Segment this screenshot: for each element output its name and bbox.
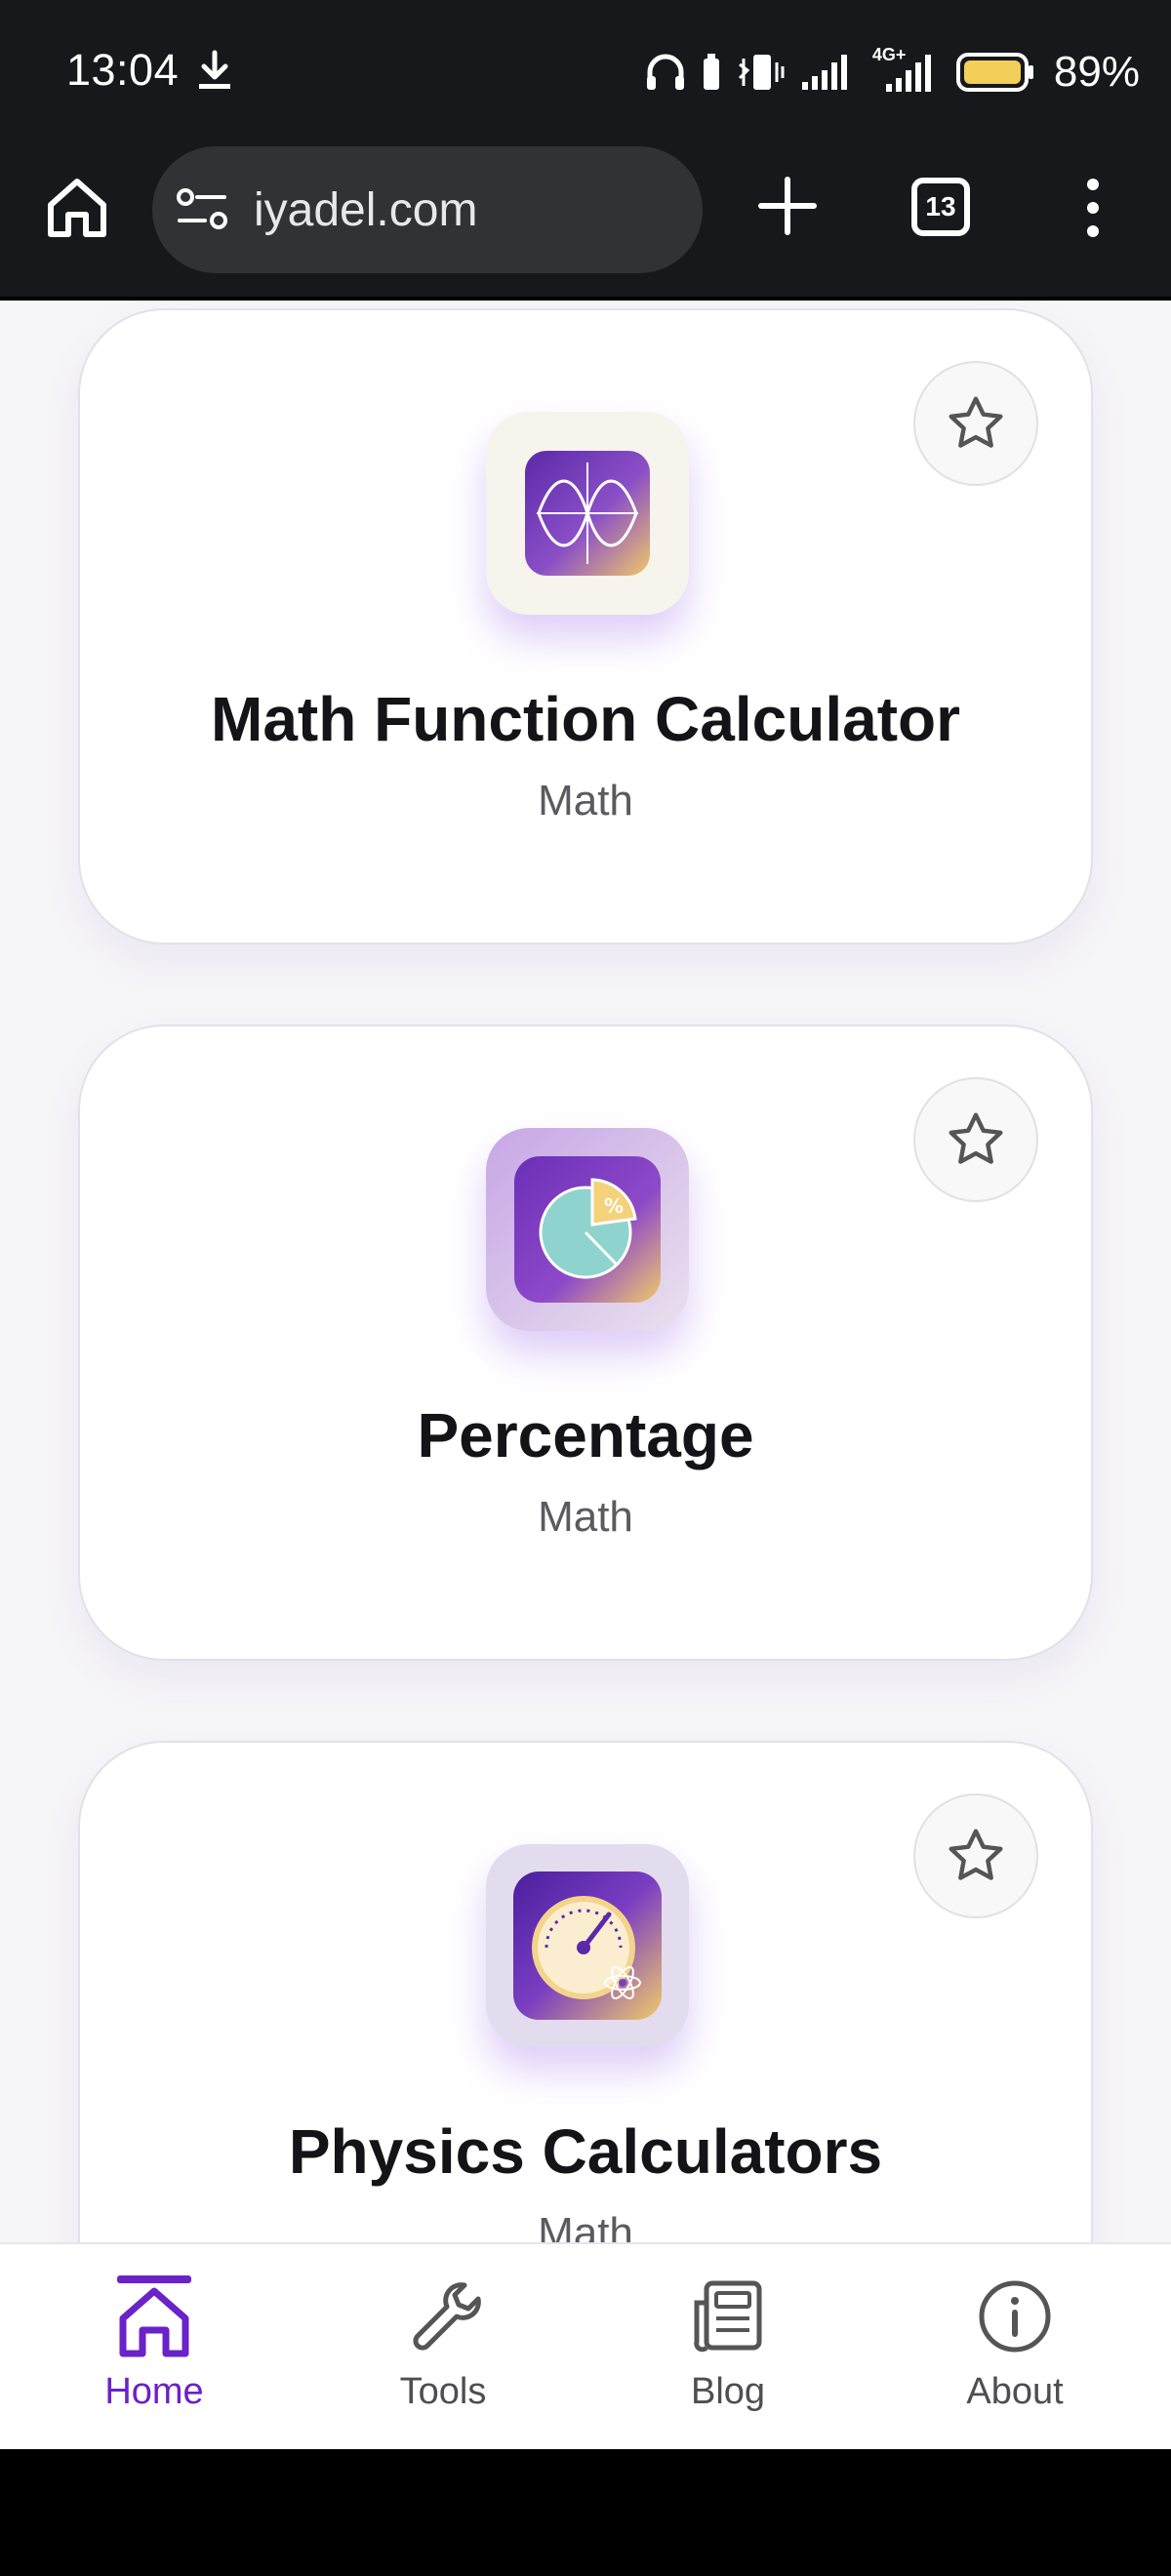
nav-item-home[interactable]: Home: [8, 2244, 301, 2451]
gauge-atom-icon: [486, 1844, 689, 2047]
new-tab-button[interactable]: [753, 172, 822, 240]
tool-card[interactable]: Physics Calculators Math: [78, 1741, 1093, 2254]
card-title: Math Function Calculator: [211, 684, 960, 754]
status-bar: 13:04 4G+ 89%: [0, 0, 1171, 142]
function-graph-icon: [486, 412, 689, 615]
status-icons: 4G+ 89%: [644, 43, 1140, 101]
card-category: Math: [538, 777, 633, 825]
more-menu-button[interactable]: [1081, 178, 1105, 238]
nav-item-about[interactable]: About: [868, 2244, 1161, 2451]
tab-switcher-button[interactable]: 13: [911, 178, 970, 236]
tool-card[interactable]: Math Function Calculator Math: [78, 308, 1093, 945]
bluetooth-vibrate-icon: [738, 55, 785, 90]
nav-item-blog[interactable]: Blog: [582, 2244, 874, 2451]
card-category: Math: [538, 1493, 633, 1541]
url-text[interactable]: iyadel.com: [254, 183, 477, 237]
page-content: Math Function Calculator Math % Percenta…: [0, 301, 1171, 2254]
favorite-button[interactable]: [913, 1793, 1038, 1918]
tool-card[interactable]: % Percentage Math: [78, 1025, 1093, 1661]
headphones-icon: [646, 54, 684, 90]
nav-label: Home: [104, 2371, 204, 2412]
star-icon: [949, 396, 1003, 448]
newspaper-icon: [694, 2280, 762, 2353]
earbud-battery-icon: [703, 54, 719, 90]
browser-home-button[interactable]: [43, 174, 111, 242]
download-icon: [199, 50, 230, 89]
battery-percent: 89%: [1053, 48, 1140, 96]
favorite-button[interactable]: [913, 361, 1038, 486]
nav-item-tools[interactable]: Tools: [297, 2244, 589, 2451]
system-gesture-area: [0, 2449, 1171, 2576]
home-icon: [117, 2275, 191, 2357]
favorite-button[interactable]: [913, 1077, 1038, 1202]
info-icon: [979, 2280, 1051, 2353]
nav-label: Tools: [399, 2371, 487, 2412]
wrench-icon: [413, 2282, 481, 2351]
star-icon: [949, 1829, 1003, 1880]
bottom-navigation: Home Tools Blog About: [0, 2242, 1171, 2449]
signal-icon: [801, 55, 847, 90]
status-time: 13:04: [66, 45, 180, 95]
pie-chart-percent-icon: %: [486, 1128, 689, 1331]
tab-count: 13: [925, 191, 956, 221]
site-settings-icon[interactable]: [176, 187, 230, 232]
star-icon: [949, 1112, 1003, 1164]
nav-label: About: [966, 2371, 1064, 2412]
signal-4g-icon: 4G+: [872, 45, 943, 94]
card-title: Physics Calculators: [288, 2116, 883, 2187]
nav-label: Blog: [690, 2371, 766, 2412]
browser-toolbar: iyadel.com 13: [0, 142, 1171, 299]
address-bar[interactable]: iyadel.com: [152, 146, 703, 273]
svg-text:%: %: [604, 1194, 624, 1218]
card-title: Percentage: [417, 1400, 754, 1470]
battery-icon: [955, 53, 1033, 92]
